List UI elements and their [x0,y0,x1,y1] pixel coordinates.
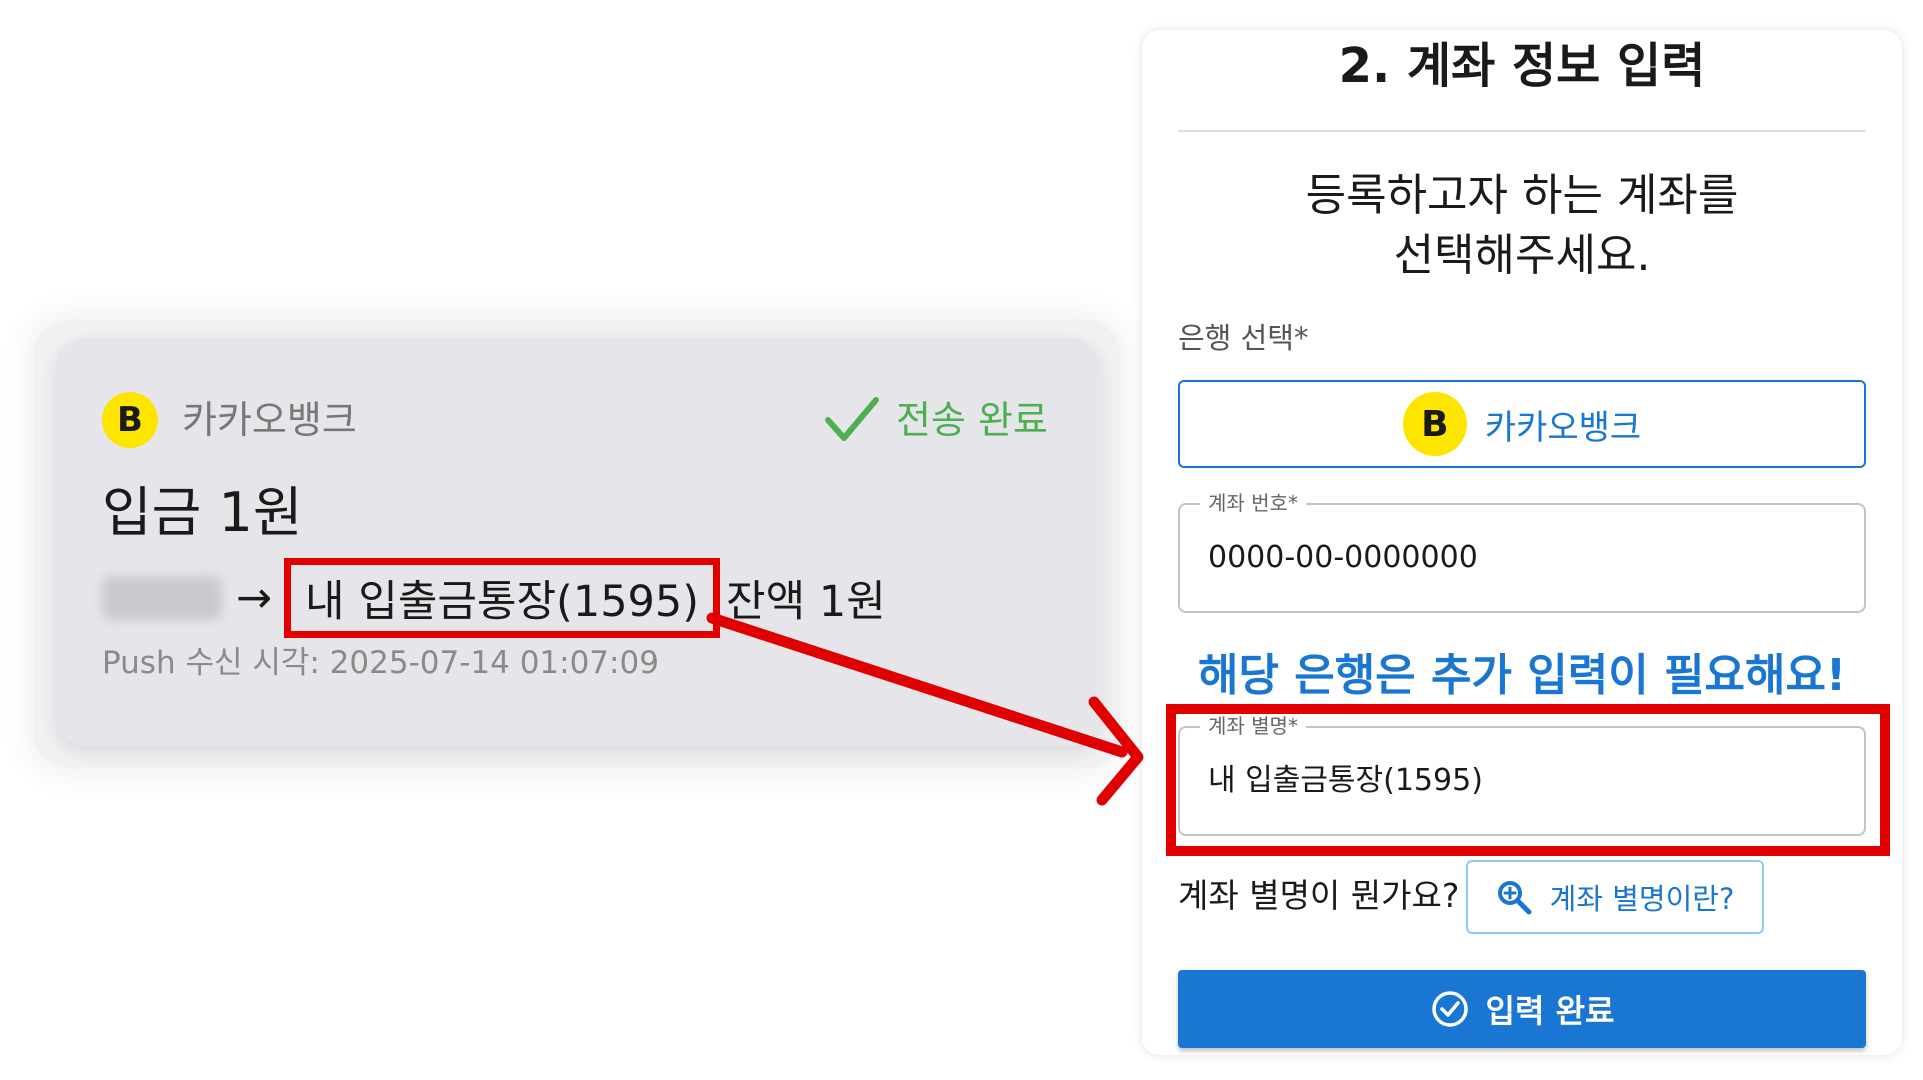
submit-button-label: 입력 완료 [1485,992,1615,1030]
notification-amount: 입금 1원 [102,481,303,544]
kakaobank-logo-icon: B [1402,392,1467,456]
notification-push-time: Push 수신 시각: 2025-07-14 01:07:09 [102,645,659,681]
check-circle-icon [1431,991,1468,1027]
alias-highlight-box [1166,704,1890,856]
check-icon [825,397,879,441]
notification-status: 전송 완료 [896,398,1048,442]
notification-bank-name: 카카오뱅크 [182,398,357,442]
screenshot-stage: B 카카오뱅크 전송 완료 입금 1원 → 내 입출금통장(1595) 잔액 1… [0,0,1923,1080]
form-title: 2. 계좌 정보 입력 [1338,38,1706,94]
bank-select-label: 은행 선택* [1178,321,1309,355]
kakaobank-logo-icon: B [102,392,158,448]
submit-button[interactable]: 입력 완료 [1178,970,1866,1048]
account-number-field[interactable]: 계좌 번호* 0000-00-0000000 [1178,491,1866,613]
blurred-sender-name [102,576,222,620]
account-number-value: 0000-00-0000000 [1208,540,1478,575]
transfer-arrow: → [236,573,273,623]
alias-help-button-label: 계좌 별명이란? [1549,882,1735,916]
bank-select-value: 카카오뱅크 [1484,407,1642,448]
notification-balance: 잔액 1원 [726,577,886,627]
highlighted-account-name: 내 입출금통장(1595) [284,558,721,638]
title-divider [1178,130,1866,132]
alias-question-text: 계좌 별명이 뭔가요? [1178,876,1460,915]
search-icon [1497,881,1532,915]
form-subtitle-line2: 선택해주세요. [1393,230,1651,281]
form-subtitle: 등록하고자 하는 계좌를 선택해주세요. [1142,166,1902,286]
notification-transfer-line: → 내 입출금통장(1595) 잔액 1원 [102,558,886,638]
bank-select-button[interactable]: B 카카오뱅크 [1178,380,1866,468]
form-subtitle-line1: 등록하고자 하는 계좌를 [1305,170,1739,221]
alias-help-button[interactable]: 계좌 별명이란? [1466,860,1764,934]
extra-input-notice: 해당 은행은 추가 입력이 필요해요! [1197,650,1847,701]
